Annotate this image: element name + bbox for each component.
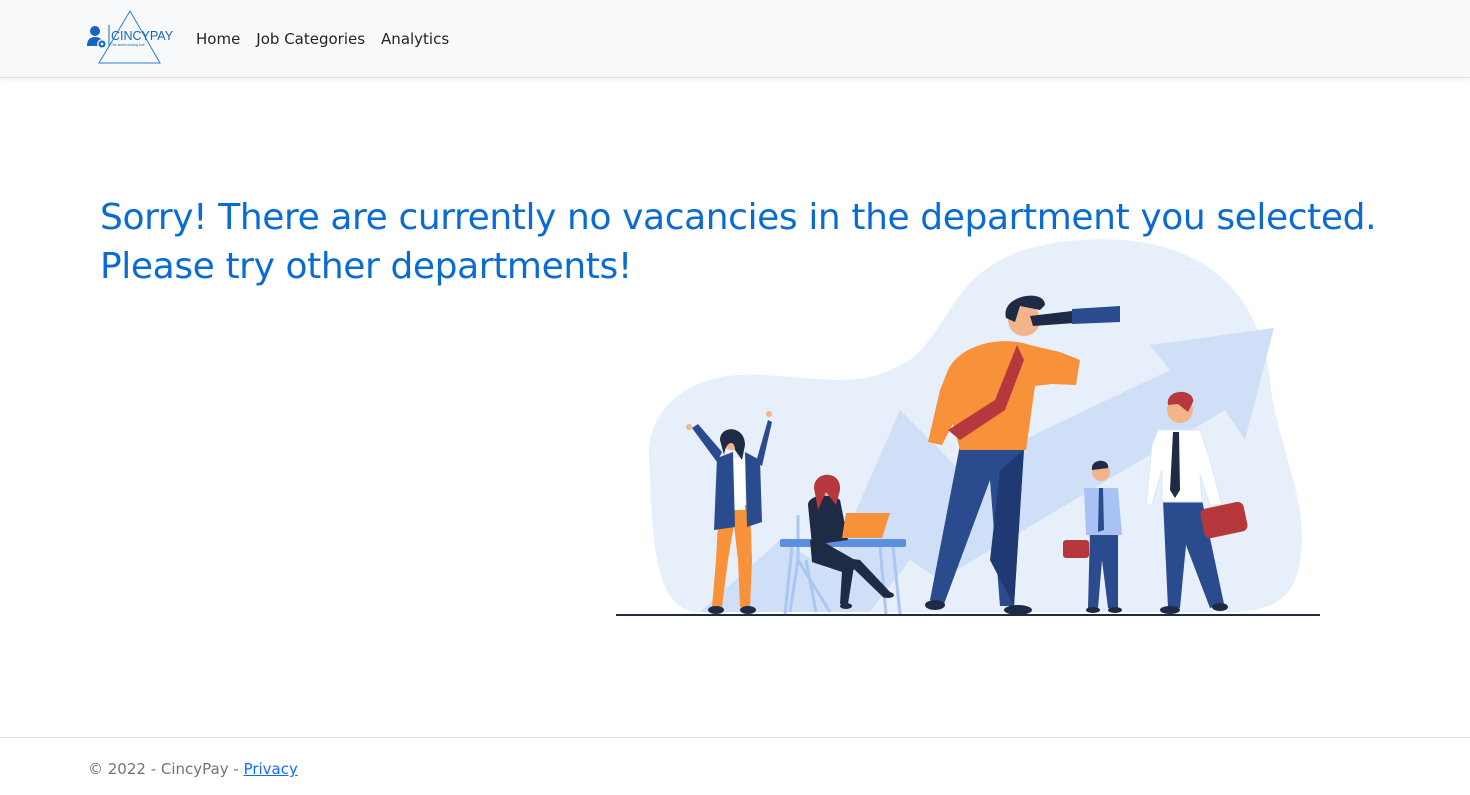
brand-name: CINCYPAY: [111, 29, 174, 43]
message-line-1: Sorry! There are currently no vacancies …: [100, 197, 1377, 238]
footer-text: © 2022 - CincyPay - Privacy: [88, 760, 298, 778]
brand-logo-link[interactable]: CINCYPAY The smart working hub: [86, 10, 176, 66]
user-gear-icon: [87, 26, 107, 49]
brand-tagline: The smart working hub: [111, 43, 145, 47]
nav-link-job-categories[interactable]: Job Categories: [248, 26, 373, 52]
navbar: CINCYPAY The smart working hub Home Job …: [0, 0, 1470, 78]
footer: © 2022 - CincyPay - Privacy: [0, 737, 1470, 795]
privacy-link[interactable]: Privacy: [244, 760, 298, 778]
nav-link-analytics[interactable]: Analytics: [373, 26, 457, 52]
nav-link-home[interactable]: Home: [188, 26, 248, 52]
main-nav: Home Job Categories Analytics: [188, 26, 457, 52]
copyright-text: © 2022 - CincyPay -: [88, 760, 244, 778]
cincypay-logo: CINCYPAY The smart working hub: [87, 10, 174, 64]
team-searching-illustration: [616, 239, 1320, 616]
